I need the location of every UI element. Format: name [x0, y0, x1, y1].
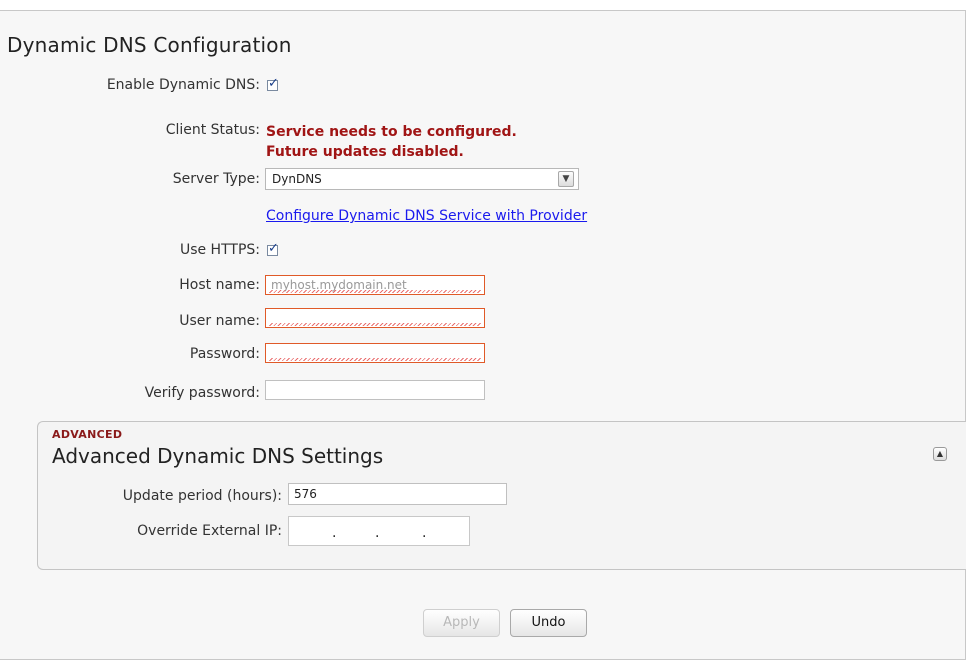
- advanced-tag: ADVANCED: [52, 428, 123, 441]
- server-type-select[interactable]: DynDNS ▼: [265, 168, 579, 190]
- collapse-section-button[interactable]: ▲: [933, 447, 947, 461]
- user-name-label: User name:: [179, 313, 260, 329]
- host-name-input[interactable]: myhost.mydomain.net: [265, 275, 485, 295]
- page-title: Dynamic DNS Configuration: [7, 33, 292, 57]
- ip-separator: .: [375, 525, 380, 541]
- server-type-value: DynDNS: [272, 172, 322, 186]
- spellcheck-underline: [269, 323, 481, 326]
- checkmark-icon: ✓: [268, 76, 279, 91]
- user-name-input[interactable]: [265, 308, 485, 328]
- verify-password-input[interactable]: [265, 380, 485, 400]
- client-status-label: Client Status:: [165, 122, 260, 138]
- advanced-title: Advanced Dynamic DNS Settings: [52, 444, 384, 468]
- spellcheck-underline: [269, 290, 481, 293]
- enable-ddns-checkbox[interactable]: ✓: [267, 76, 279, 91]
- chevron-up-icon: ▲: [936, 449, 944, 458]
- update-period-label: Update period (hours):: [122, 488, 282, 504]
- password-label: Password:: [189, 346, 260, 362]
- verify-password-label: Verify password:: [144, 385, 260, 401]
- checkmark-icon: ✓: [268, 241, 279, 256]
- ip-separator: .: [332, 525, 337, 541]
- enable-ddns-label: Enable Dynamic DNS:: [106, 77, 260, 93]
- apply-button[interactable]: Apply: [423, 609, 500, 637]
- update-period-value: 576: [294, 487, 317, 501]
- host-name-label: Host name:: [179, 277, 260, 293]
- update-period-input[interactable]: 576: [288, 483, 507, 505]
- status-line: Service needs to be configured.: [266, 124, 517, 140]
- override-ip-label: Override External IP:: [137, 523, 282, 539]
- ip-separator: .: [422, 525, 427, 541]
- client-status-value: Service needs to be configured. Future u…: [266, 122, 517, 162]
- password-input[interactable]: [265, 343, 485, 363]
- use-https-checkbox[interactable]: ✓: [267, 241, 279, 256]
- undo-button[interactable]: Undo: [510, 609, 587, 637]
- server-type-label: Server Type:: [172, 171, 260, 187]
- configure-provider-link[interactable]: Configure Dynamic DNS Service with Provi…: [266, 208, 587, 224]
- chevron-down-icon[interactable]: ▼: [558, 171, 574, 187]
- status-line: Future updates disabled.: [266, 144, 464, 160]
- use-https-label: Use HTTPS:: [179, 242, 260, 258]
- spellcheck-underline: [269, 358, 481, 361]
- override-ip-input[interactable]: . . .: [288, 516, 470, 546]
